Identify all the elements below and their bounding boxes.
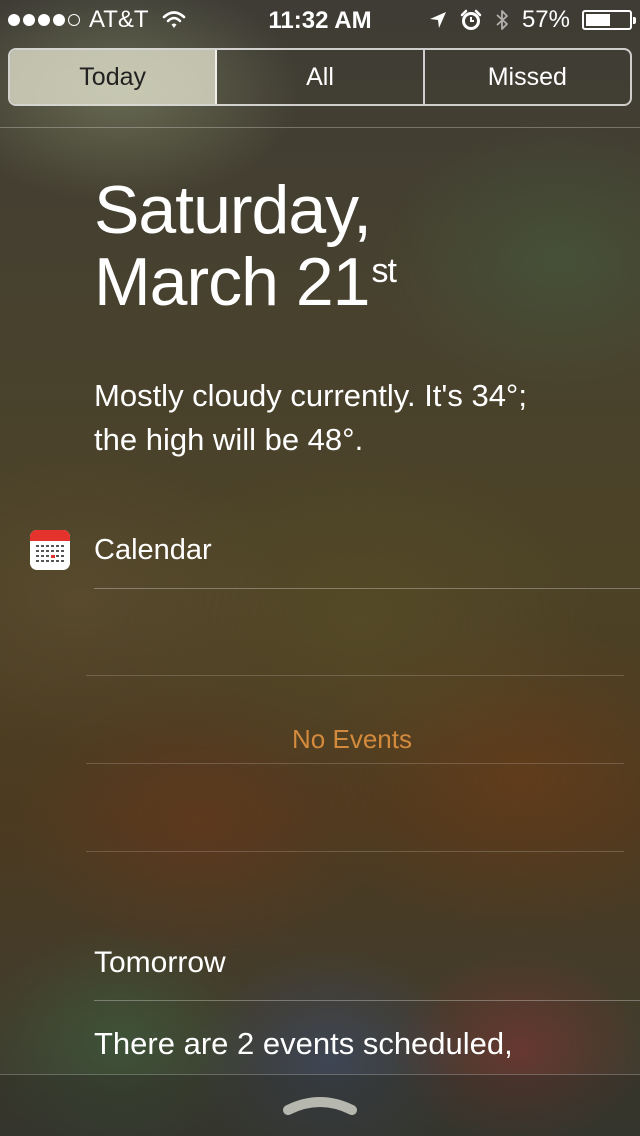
tab-today[interactable]: Today <box>10 50 218 104</box>
calendar-grid-dot <box>36 545 39 547</box>
date-month-day-text: March 21 <box>94 244 370 320</box>
calendar-grid-dot <box>61 545 64 547</box>
calendar-divider <box>94 588 640 589</box>
calendar-grid-dot <box>46 555 49 557</box>
location-arrow-icon <box>429 12 446 28</box>
calendar-grid-dot <box>51 545 54 547</box>
calendar-grid-dot <box>61 555 64 557</box>
calendar-grid-dot <box>36 550 39 552</box>
notification-tabs: Today All Missed <box>8 48 632 106</box>
calendar-grid-dot <box>41 560 44 562</box>
date-month-day: March 21st <box>94 248 397 316</box>
calendar-grid-dot <box>41 555 44 557</box>
calendar-grid-dot <box>61 550 64 552</box>
calendar-hour-line <box>86 763 624 764</box>
calendar-grid-dot <box>46 560 49 562</box>
calendar-grid-dot <box>56 550 59 552</box>
calendar-section-label: Calendar <box>94 534 212 566</box>
date-weekday: Saturday, <box>94 172 372 248</box>
calendar-grid-dot <box>41 550 44 552</box>
header-divider <box>0 127 640 128</box>
calendar-grid-dot <box>56 560 59 562</box>
no-events-message: No Events <box>292 724 412 754</box>
calendar-grid-dot <box>46 545 49 547</box>
calendar-icon-header <box>30 530 70 541</box>
bluetooth-icon <box>496 10 508 30</box>
calendar-icon-grid <box>36 545 64 565</box>
status-bar: AT&T 11:32 AM 57% <box>0 0 640 40</box>
tomorrow-summary: There are 2 events scheduled, <box>94 1026 513 1061</box>
battery-tip <box>633 17 636 24</box>
calendar-grid-dot <box>56 555 59 557</box>
tomorrow-heading: Tomorrow <box>94 946 226 979</box>
battery-icon <box>582 10 636 30</box>
calendar-grid-dot <box>46 550 49 552</box>
tab-all[interactable]: All <box>217 50 425 104</box>
weather-line-1: Mostly cloudy currently. It's 34°; <box>94 378 527 413</box>
alarm-clock-icon <box>460 9 482 30</box>
battery-percentage: 57% <box>521 6 570 33</box>
calendar-grid-dot <box>51 555 55 558</box>
battery-fill <box>586 14 610 26</box>
weather-line-2: the high will be 48°. <box>94 422 364 457</box>
status-right: 57% <box>428 6 636 33</box>
calendar-icon <box>30 530 70 570</box>
date-ordinal-suffix: st <box>371 252 396 290</box>
calendar-grid-dot <box>61 560 64 562</box>
calendar-grid-dot <box>41 545 44 547</box>
calendar-grid-dot <box>51 550 54 552</box>
weather-summary: Mostly cloudy currently. It's 34°; the h… <box>94 374 624 462</box>
calendar-grid-dot <box>36 555 39 557</box>
calendar-grid-dot <box>56 545 59 547</box>
calendar-grid-dot <box>51 560 54 562</box>
tab-missed[interactable]: Missed <box>425 50 630 104</box>
tomorrow-divider <box>94 1000 640 1001</box>
calendar-grid-dot <box>36 560 39 562</box>
pull-up-handle-icon[interactable] <box>282 1092 358 1116</box>
calendar-hour-line <box>86 851 624 852</box>
calendar-hour-line <box>86 675 624 676</box>
